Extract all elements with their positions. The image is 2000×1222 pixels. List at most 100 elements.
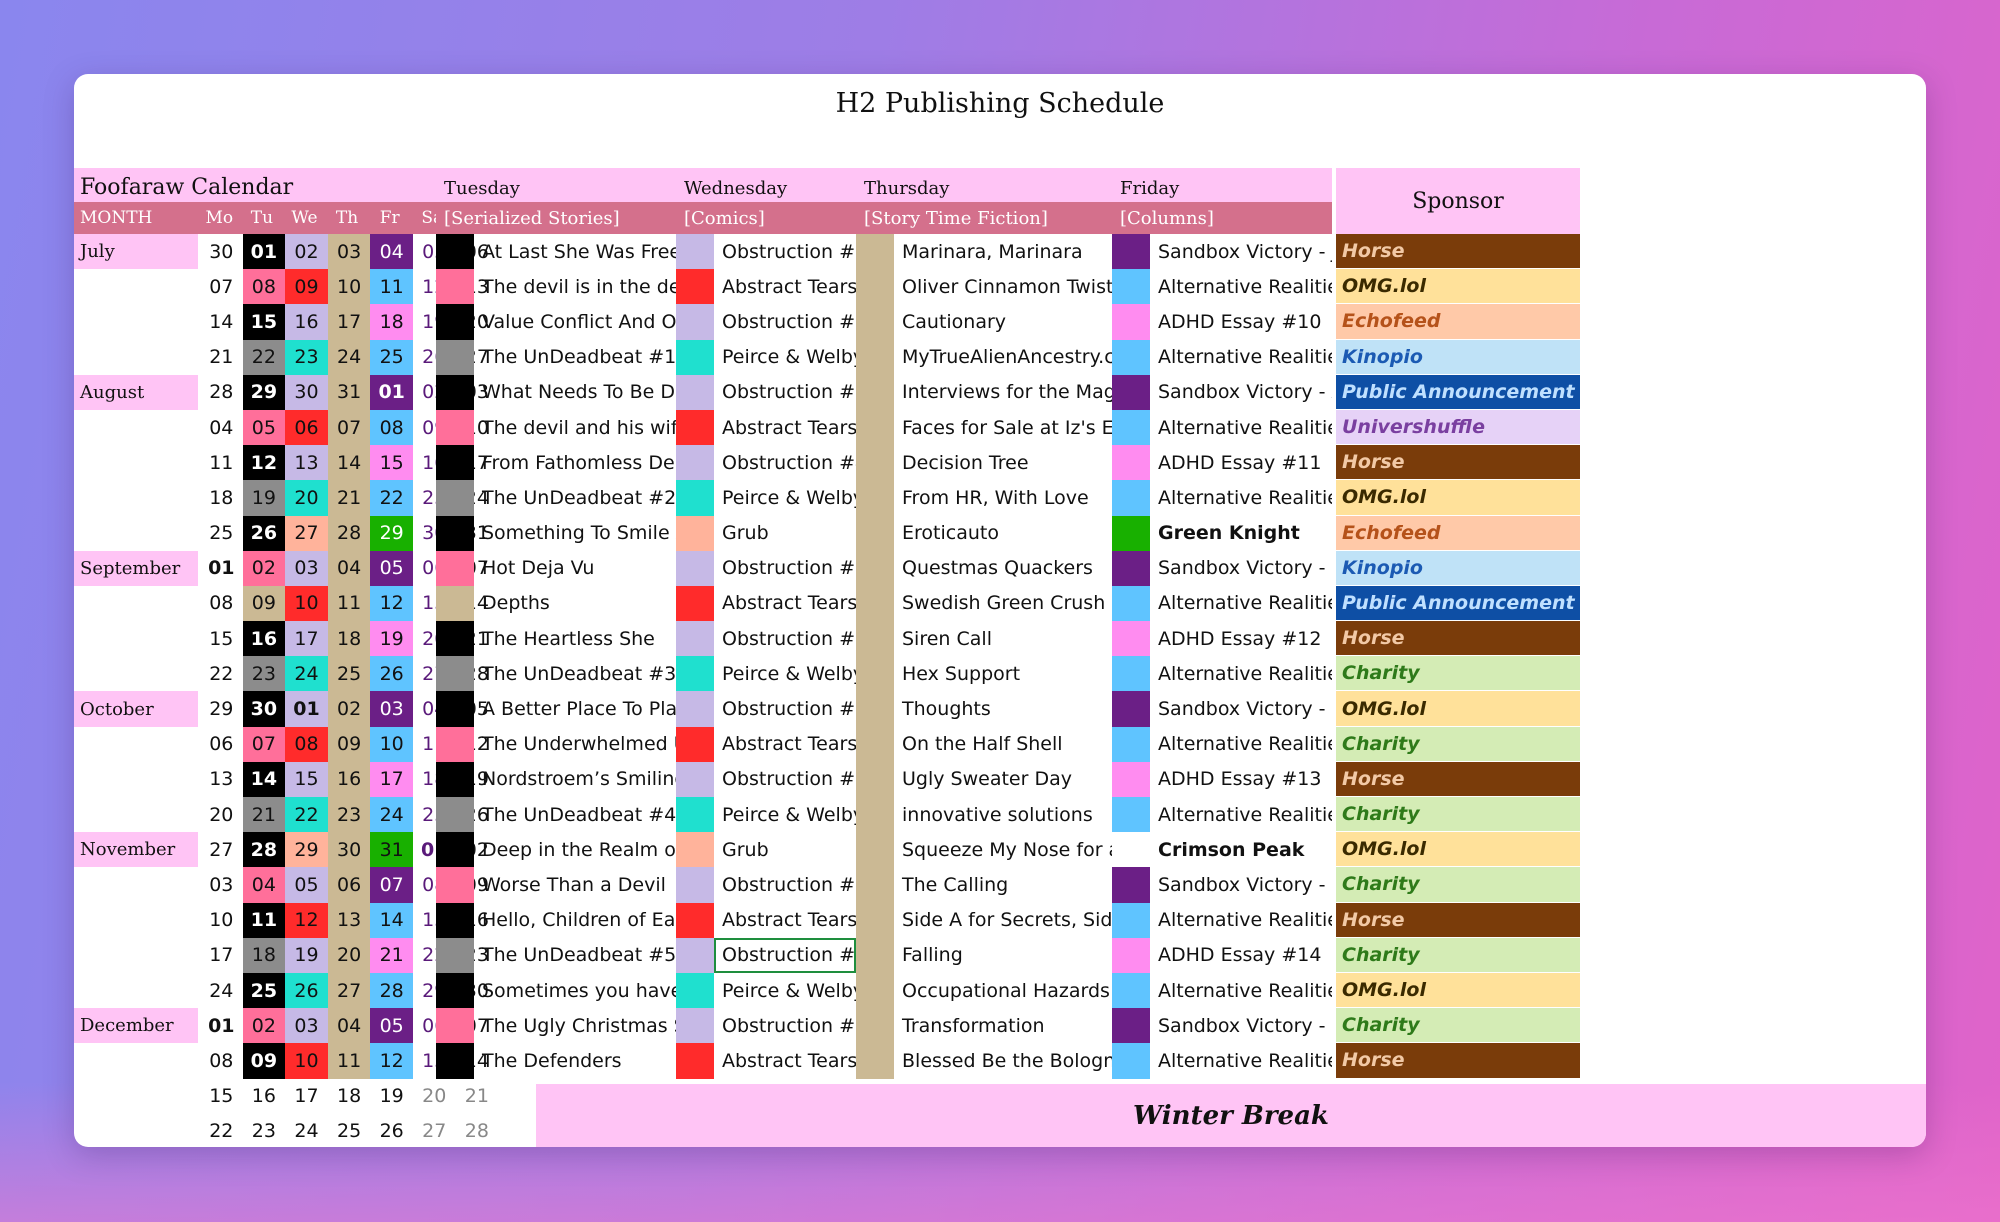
calendar-day[interactable]: 22	[370, 480, 413, 516]
calendar-day[interactable]: 25	[242, 972, 286, 1009]
schedule-cell[interactable]: innovative solutions	[894, 804, 1112, 826]
sponsor-cell[interactable]: Horse	[1336, 234, 1580, 270]
schedule-cell[interactable]: At Last She Was Free	[474, 241, 676, 263]
calendar-day[interactable]: 21	[456, 1079, 499, 1114]
sponsor-cell[interactable]: Charity	[1336, 1008, 1580, 1044]
schedule-cell[interactable]: Alternative Realities #10	[1150, 980, 1332, 1002]
calendar-day[interactable]: 28	[242, 832, 286, 868]
schedule-cell[interactable]: Ugly Sweater Day	[894, 768, 1112, 790]
calendar-day[interactable]: 04	[370, 234, 413, 270]
schedule-cell[interactable]: Peirce & Welby #4	[714, 487, 856, 509]
calendar-day[interactable]: 14	[370, 902, 413, 938]
calendar-day[interactable]: 09	[285, 269, 328, 305]
schedule-cell[interactable]: Alternative Realities #11	[1150, 1050, 1332, 1072]
calendar-day[interactable]: 01	[200, 551, 243, 586]
calendar-day[interactable]: 01	[285, 691, 328, 727]
calendar-day[interactable]: 07	[200, 269, 243, 304]
calendar-day[interactable]: 17	[200, 938, 243, 973]
schedule-cell[interactable]: Interviews for the Magic Kingdom	[894, 381, 1112, 403]
schedule-cell[interactable]: Peirce & Welby #6	[714, 804, 856, 826]
sponsor-cell[interactable]: Charity	[1336, 797, 1580, 833]
sponsor-cell[interactable]: Echofeed	[1336, 304, 1580, 340]
sponsor-cell[interactable]: OMG.lol	[1336, 972, 1580, 1009]
schedule-cell[interactable]: Grub	[714, 839, 856, 861]
schedule-cell[interactable]: Obstruction #4	[714, 452, 856, 474]
schedule-cell[interactable]: Alternative Realities #1	[1150, 276, 1332, 298]
calendar-day[interactable]: 08	[285, 726, 328, 762]
schedule-cell[interactable]: Depths	[474, 592, 676, 614]
calendar-day[interactable]: 02	[327, 691, 371, 727]
calendar-day[interactable]: 08	[200, 1043, 243, 1078]
calendar-day[interactable]: 12	[370, 585, 413, 622]
schedule-cell[interactable]: Hello, Children of Earth	[474, 909, 676, 931]
schedule-cell[interactable]: Abstract Tears #9	[714, 592, 856, 614]
schedule-cell[interactable]: Hot Deja Vu	[474, 557, 676, 579]
calendar-day[interactable]: 19	[285, 937, 328, 973]
sponsor-cell[interactable]: Charity	[1336, 656, 1580, 692]
calendar-day[interactable]: 10	[370, 726, 413, 762]
schedule-cell[interactable]: A Better Place To Play	[474, 698, 676, 720]
calendar-day[interactable]: 05	[242, 409, 286, 446]
calendar-day[interactable]: 08	[370, 409, 413, 446]
schedule-cell[interactable]: Grub	[714, 522, 856, 544]
schedule-cell[interactable]: The UnDeadbeat #4	[474, 804, 676, 826]
schedule-cell[interactable]: Eroticauto	[894, 522, 1112, 544]
calendar-day[interactable]: 06	[200, 727, 243, 762]
calendar-day[interactable]: 25	[327, 656, 371, 692]
calendar-day[interactable]: 11	[327, 1043, 371, 1079]
schedule-cell[interactable]: Abstract Tears #8	[714, 417, 856, 439]
calendar-day[interactable]: 29	[200, 691, 243, 726]
schedule-cell[interactable]: Nordstroem’s Smiling Teeth	[474, 768, 676, 790]
calendar-day[interactable]: 24	[285, 1114, 328, 1147]
calendar-day[interactable]: 20	[200, 797, 243, 832]
schedule-cell[interactable]: Abstract Tears #10	[714, 733, 856, 755]
calendar-day[interactable]: 13	[285, 445, 328, 481]
schedule-cell[interactable]: Obstruction #11	[714, 1015, 856, 1037]
calendar-day[interactable]: 12	[370, 1043, 413, 1079]
schedule-cell[interactable]: Siren Call	[894, 628, 1112, 650]
schedule-cell[interactable]: Alternative Realities #8	[1150, 804, 1332, 826]
calendar-day[interactable]: 14	[200, 304, 243, 339]
calendar-day[interactable]: 25	[370, 339, 413, 375]
schedule-cell[interactable]: The UnDeadbeat #1	[474, 346, 676, 368]
calendar-day[interactable]: 18	[327, 621, 371, 657]
schedule-cell[interactable]: Obstruction #3	[714, 381, 856, 403]
calendar-day[interactable]: 14	[327, 445, 371, 481]
schedule-cell[interactable]: Sandbox Victory - July	[1150, 241, 1332, 263]
schedule-cell[interactable]: Squeeze My Nose for a Good Time	[894, 839, 1112, 861]
schedule-cell[interactable]: What Needs To Be Done	[474, 381, 676, 403]
schedule-cell[interactable]: Obstruction #6	[714, 628, 856, 650]
calendar-day[interactable]: 17	[370, 761, 413, 797]
calendar-day[interactable]: 09	[242, 585, 286, 622]
calendar-day[interactable]: 19	[370, 621, 413, 657]
schedule-cell[interactable]: Sandbox Victory - Dec	[1150, 1015, 1332, 1037]
schedule-cell[interactable]: Deep in the Realm of the Dead	[474, 839, 676, 861]
calendar-day[interactable]: 16	[243, 1079, 286, 1114]
calendar-day[interactable]: 15	[242, 304, 286, 340]
calendar-day[interactable]: 30	[200, 234, 243, 269]
calendar-day[interactable]: 18	[200, 480, 243, 515]
schedule-cell[interactable]: The UnDeadbeat #3	[474, 663, 676, 685]
calendar-day[interactable]: 03	[285, 1008, 328, 1044]
calendar-day[interactable]: 26	[370, 1114, 413, 1147]
sponsor-cell[interactable]: Kinopio	[1336, 550, 1580, 586]
calendar-day[interactable]: 08	[200, 586, 243, 621]
calendar-day[interactable]: 19	[242, 480, 286, 516]
calendar-day[interactable]: 29	[285, 832, 328, 868]
calendar-day[interactable]: 11	[327, 585, 371, 622]
schedule-cell[interactable]: The UnDeadbeat #2	[474, 487, 676, 509]
calendar-day[interactable]: 23	[243, 1114, 286, 1147]
sponsor-cell[interactable]: Univershuffle	[1336, 409, 1580, 446]
schedule-cell[interactable]: Oliver Cinnamon Twist and the	[894, 276, 1112, 298]
calendar-day[interactable]: 26	[370, 656, 413, 692]
calendar-day[interactable]: 20	[327, 937, 371, 973]
schedule-cell[interactable]: From Fathomless Depths	[474, 452, 676, 474]
sponsor-cell[interactable]: Charity	[1336, 867, 1580, 903]
calendar-day[interactable]: 18	[370, 304, 413, 340]
schedule-cell[interactable]: Alternative Realities #9	[1150, 909, 1332, 931]
schedule-cell[interactable]: Sandbox Victory - Nov	[1150, 874, 1332, 896]
calendar-day[interactable]: 28	[200, 375, 243, 410]
schedule-cell[interactable]: Peirce & Welby #3	[714, 346, 856, 368]
sponsor-cell[interactable]: OMG.lol	[1336, 269, 1580, 305]
schedule-cell[interactable]: The devil is in the details	[474, 276, 676, 298]
